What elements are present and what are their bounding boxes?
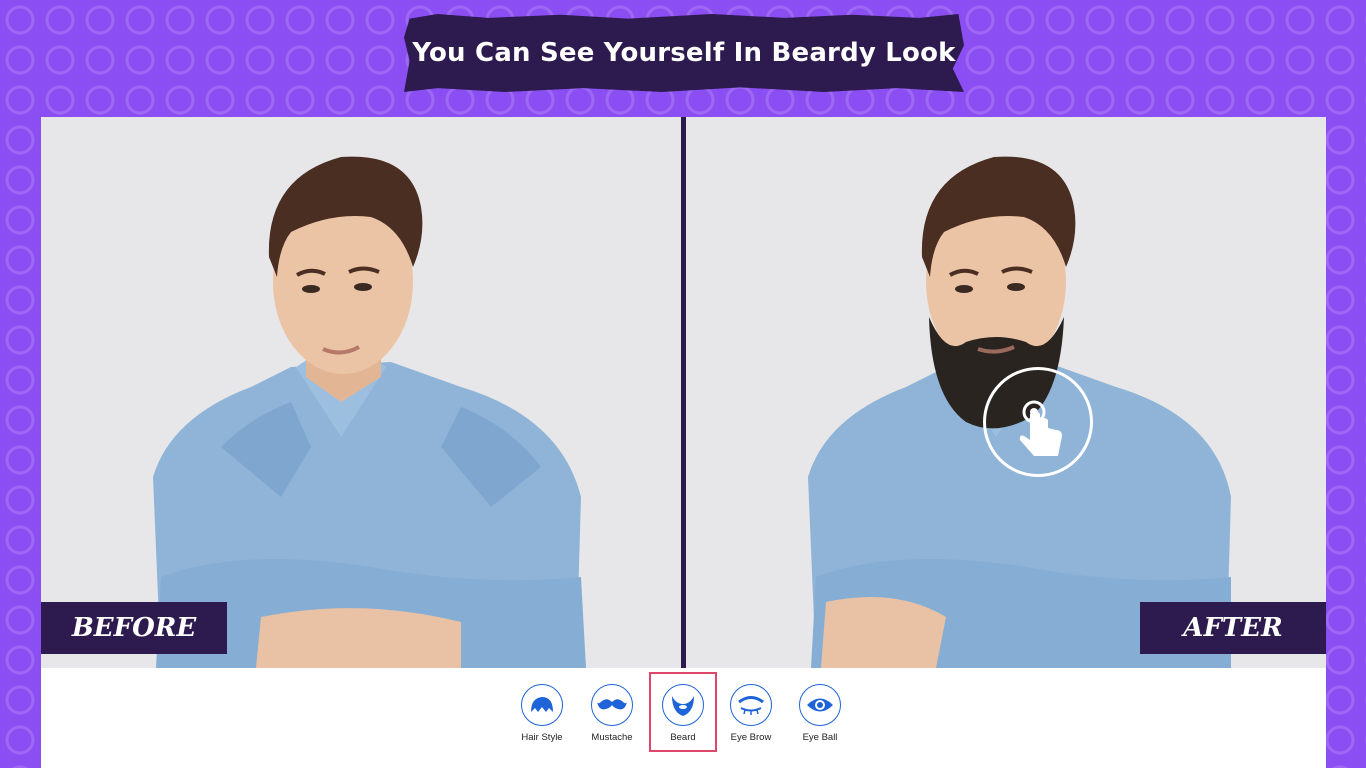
man-before-illustration <box>41 117 681 668</box>
tap-gesture-icon <box>983 367 1093 477</box>
eyeball-icon <box>799 684 841 726</box>
eye-ball-button[interactable]: Eye Ball <box>788 674 852 750</box>
hair-style-label: Hair Style <box>521 732 563 743</box>
mustache-button[interactable]: Mustache <box>580 674 644 750</box>
after-photo: AFTER <box>686 117 1326 668</box>
hair-style-button[interactable]: Hair Style <box>510 674 574 750</box>
before-photo: BEFORE <box>41 117 681 668</box>
mustache-label: Mustache <box>591 732 633 743</box>
banner-title: You Can See Yourself In Beardy Look <box>412 38 956 68</box>
eye-ball-label: Eye Ball <box>802 732 838 743</box>
beard-icon <box>662 684 704 726</box>
eyebrow-icon <box>730 684 772 726</box>
mustache-icon <box>591 684 633 726</box>
comparison-card: BEFORE AFTER Hair Style Mustache Beard E… <box>41 117 1326 768</box>
after-label: AFTER <box>1140 602 1326 654</box>
eye-brow-button[interactable]: Eye Brow <box>719 674 783 750</box>
beard-button[interactable]: Beard <box>649 672 717 752</box>
eye-brow-label: Eye Brow <box>730 732 772 743</box>
beard-label: Beard <box>670 732 696 743</box>
before-label: BEFORE <box>41 602 227 654</box>
tap-hand-icon <box>1019 400 1062 456</box>
feature-toolbar: Hair Style Mustache Beard Eye Brow Eye B… <box>41 668 1326 768</box>
hair-style-icon <box>521 684 563 726</box>
